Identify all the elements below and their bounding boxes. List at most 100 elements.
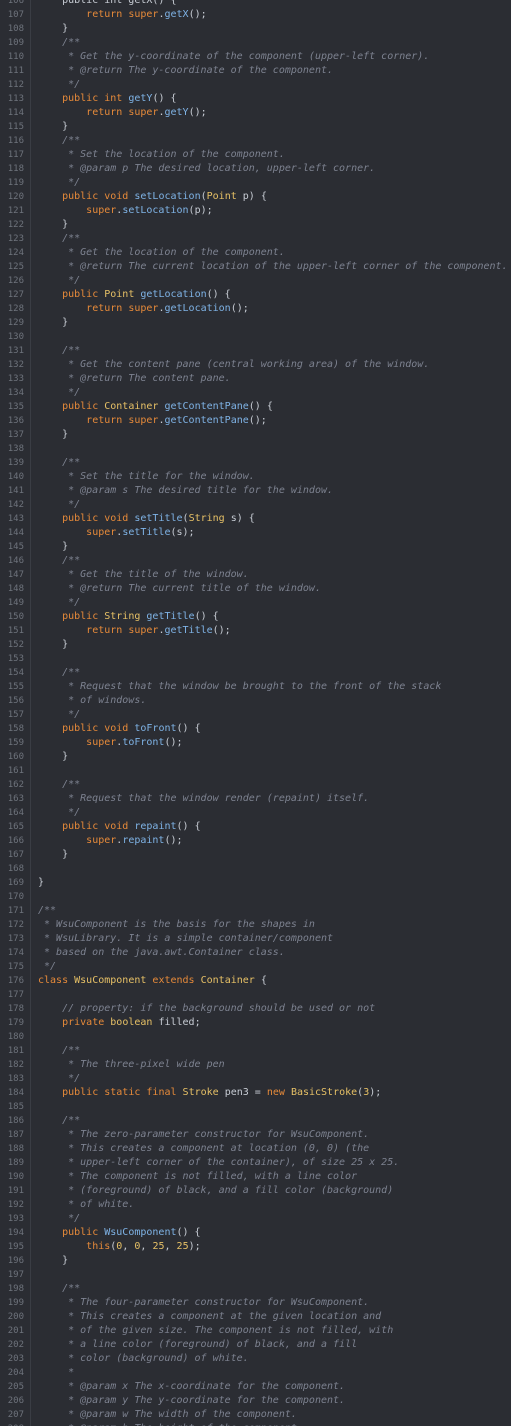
code-line[interactable]: 132 * Get the content pane (central work… (0, 358, 511, 372)
code-line[interactable]: 174 * based on the java.awt.Container cl… (0, 946, 511, 960)
code-line[interactable]: 110 * Get the y-coordinate of the compon… (0, 50, 511, 64)
code-line[interactable]: 188 * This creates a component at locati… (0, 1142, 511, 1156)
code-line[interactable]: 124 * Get the location of the component. (0, 246, 511, 260)
code-line[interactable]: 166 super.repaint(); (0, 834, 511, 848)
code-line[interactable]: 135 public Container getContentPane() { (0, 400, 511, 414)
code-line[interactable]: 114 return super.getY(); (0, 106, 511, 120)
code-line[interactable]: 168 (0, 862, 511, 876)
code-editor[interactable]: 106 public int getX() {107 return super.… (0, 0, 511, 1426)
code-line[interactable]: 145 } (0, 540, 511, 554)
code-line[interactable]: 129 } (0, 316, 511, 330)
code-line[interactable]: 194 public WsuComponent() { (0, 1226, 511, 1240)
code-line[interactable]: 192 * of white. (0, 1198, 511, 1212)
code-line[interactable]: 131 /** (0, 344, 511, 358)
code-line[interactable]: 112 */ (0, 78, 511, 92)
code-line[interactable]: 155 * Request that the window be brought… (0, 680, 511, 694)
code-line[interactable]: 140 * Set the title for the window. (0, 470, 511, 484)
code-line[interactable]: 115 } (0, 120, 511, 134)
code-line[interactable]: 204 * (0, 1366, 511, 1380)
code-line[interactable]: 182 * The three-pixel wide pen (0, 1058, 511, 1072)
code-line[interactable]: 187 * The zero-parameter constructor for… (0, 1128, 511, 1142)
code-line[interactable]: 150 public String getTitle() { (0, 610, 511, 624)
code-line[interactable]: 176 class WsuComponent extends Container … (0, 974, 511, 988)
code-line[interactable]: 137 } (0, 428, 511, 442)
code-line[interactable]: 125 * @return The current location of th… (0, 260, 511, 274)
code-line[interactable]: 154 /** (0, 666, 511, 680)
code-line[interactable]: 175 */ (0, 960, 511, 974)
code-line[interactable]: 143 public void setTitle(String s) { (0, 512, 511, 526)
code-line[interactable]: 186 /** (0, 1114, 511, 1128)
code-line[interactable]: 203 * color (background) of white. (0, 1352, 511, 1366)
code-line[interactable]: 151 return super.getTitle(); (0, 624, 511, 638)
code-line[interactable]: 193 */ (0, 1212, 511, 1226)
code-line[interactable]: 159 super.toFront(); (0, 736, 511, 750)
code-line[interactable]: 170 (0, 890, 511, 904)
code-line[interactable]: 108 } (0, 22, 511, 36)
code-line[interactable]: 177 (0, 988, 511, 1002)
code-line[interactable]: 111 * @return The y-coordinate of the co… (0, 64, 511, 78)
code-line[interactable]: 201 * of the given size. The component i… (0, 1324, 511, 1338)
code-line[interactable]: 185 (0, 1100, 511, 1114)
code-line[interactable]: 183 */ (0, 1072, 511, 1086)
code-line[interactable]: 158 public void toFront() { (0, 722, 511, 736)
code-line[interactable]: 164 */ (0, 806, 511, 820)
code-line[interactable]: 165 public void repaint() { (0, 820, 511, 834)
code-line[interactable]: 206 * @param y The y-coordinate for the … (0, 1394, 511, 1408)
code-line[interactable]: 138 (0, 442, 511, 456)
code-line[interactable]: 184 public static final Stroke pen3 = ne… (0, 1086, 511, 1100)
code-line[interactable]: 142 */ (0, 498, 511, 512)
code-line[interactable]: 195 this(0, 0, 25, 25); (0, 1240, 511, 1254)
code-line[interactable]: 123 /** (0, 232, 511, 246)
code-line[interactable]: 199 * The four-parameter constructor for… (0, 1296, 511, 1310)
code-line[interactable]: 153 (0, 652, 511, 666)
code-line[interactable]: 139 /** (0, 456, 511, 470)
code-line[interactable]: 109 /** (0, 36, 511, 50)
code-line[interactable]: 156 * of windows. (0, 694, 511, 708)
code-line[interactable]: 149 */ (0, 596, 511, 610)
code-line[interactable]: 152 } (0, 638, 511, 652)
code-line[interactable]: 127 public Point getLocation() { (0, 288, 511, 302)
code-line[interactable]: 119 */ (0, 176, 511, 190)
code-line[interactable]: 191 * (foreground) of black, and a fill … (0, 1184, 511, 1198)
code-line[interactable]: 190 * The component is not filled, with … (0, 1170, 511, 1184)
code-line[interactable]: 181 /** (0, 1044, 511, 1058)
code-line[interactable]: 116 /** (0, 134, 511, 148)
code-line[interactable]: 178 // property: if the background shoul… (0, 1002, 511, 1016)
code-line[interactable]: 160 } (0, 750, 511, 764)
code-line[interactable]: 128 return super.getLocation(); (0, 302, 511, 316)
code-line[interactable]: 141 * @param s The desired title for the… (0, 484, 511, 498)
code-line[interactable]: 121 super.setLocation(p); (0, 204, 511, 218)
code-line[interactable]: 196 } (0, 1254, 511, 1268)
code-line[interactable]: 179 private boolean filled; (0, 1016, 511, 1030)
code-line[interactable]: 198 /** (0, 1282, 511, 1296)
code-line[interactable]: 208 * @param h The height of the compone… (0, 1422, 511, 1426)
code-line[interactable]: 107 return super.getX(); (0, 8, 511, 22)
code-line[interactable]: 130 (0, 330, 511, 344)
code-line[interactable]: 146 /** (0, 554, 511, 568)
code-line[interactable]: 117 * Set the location of the component. (0, 148, 511, 162)
code-line[interactable]: 113 public int getY() { (0, 92, 511, 106)
code-line[interactable]: 200 * This creates a component at the gi… (0, 1310, 511, 1324)
code-line[interactable]: 148 * @return The current title of the w… (0, 582, 511, 596)
code-line[interactable]: 205 * @param x The x-coordinate for the … (0, 1380, 511, 1394)
code-line[interactable]: 202 * a line color (foreground) of black… (0, 1338, 511, 1352)
code-line[interactable]: 106 public int getX() { (0, 0, 511, 8)
code-line[interactable]: 162 /** (0, 778, 511, 792)
code-line[interactable]: 189 * upper-left corner of the container… (0, 1156, 511, 1170)
code-line[interactable]: 136 return super.getContentPane(); (0, 414, 511, 428)
code-line[interactable]: 163 * Request that the window render (re… (0, 792, 511, 806)
code-line[interactable]: 197 (0, 1268, 511, 1282)
code-line[interactable]: 120 public void setLocation(Point p) { (0, 190, 511, 204)
code-line[interactable]: 126 */ (0, 274, 511, 288)
code-line[interactable]: 171 /** (0, 904, 511, 918)
code-line[interactable]: 207 * @param w The width of the componen… (0, 1408, 511, 1422)
code-line[interactable]: 118 * @param p The desired location, upp… (0, 162, 511, 176)
code-line[interactable]: 167 } (0, 848, 511, 862)
code-line[interactable]: 133 * @return The content pane. (0, 372, 511, 386)
code-line[interactable]: 169} (0, 876, 511, 890)
code-line[interactable]: 144 super.setTitle(s); (0, 526, 511, 540)
code-line[interactable]: 122 } (0, 218, 511, 232)
code-line[interactable]: 157 */ (0, 708, 511, 722)
code-line[interactable]: 161 (0, 764, 511, 778)
code-line[interactable]: 180 (0, 1030, 511, 1044)
